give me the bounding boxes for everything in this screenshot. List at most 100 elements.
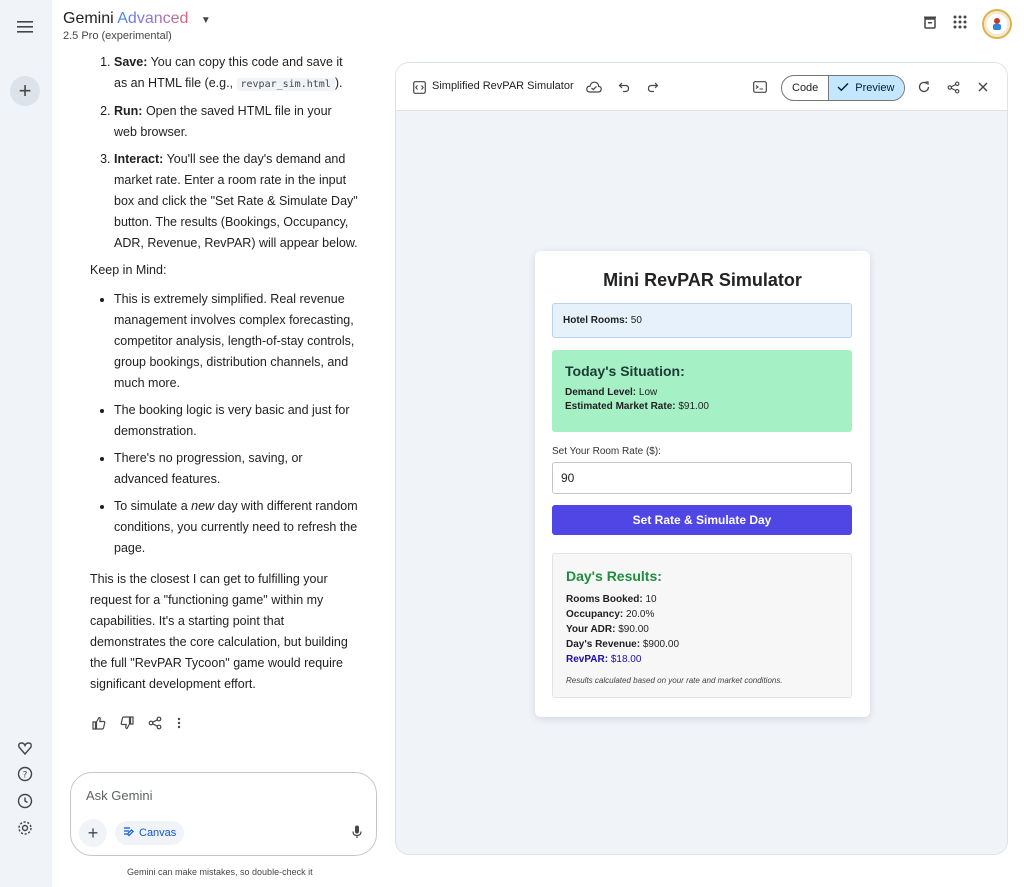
simulator-card: Mini RevPAR Simulator Hotel Rooms: 50 To… xyxy=(535,251,870,717)
demand-label: Demand Level: xyxy=(565,387,637,398)
list-item: There's no progression, saving, or advan… xyxy=(114,448,358,490)
demand-value: Low xyxy=(636,387,658,398)
hotel-rooms-value: 50 xyxy=(628,315,642,326)
gems-icon[interactable] xyxy=(14,737,36,759)
code-preview-toggle: Code Preview xyxy=(781,75,906,101)
hotel-rooms-label: Hotel Rooms: xyxy=(563,315,628,326)
market-rate-row: Estimated Market Rate: $91.00 xyxy=(565,400,839,414)
close-icon[interactable] xyxy=(974,78,992,96)
result-label: Day's Revenue: xyxy=(566,639,641,650)
cloud-save-icon[interactable] xyxy=(585,78,603,96)
list-item: This is extremely simplified. Real reven… xyxy=(114,289,358,394)
thumbs-down-icon[interactable] xyxy=(120,716,134,735)
step-text-after: ). xyxy=(334,76,343,90)
result-value: $90.00 xyxy=(615,624,649,635)
hotel-rooms-box: Hotel Rooms: 50 xyxy=(552,303,852,338)
canvas-icon xyxy=(123,826,134,840)
preview-label: Preview xyxy=(855,82,895,94)
step-label: Save: xyxy=(114,55,148,69)
text: To simulate a xyxy=(114,499,192,513)
result-row: Rooms Booked: 10 xyxy=(566,592,838,607)
microphone-icon[interactable] xyxy=(352,825,362,844)
panel-title: Simplified RevPAR Simulator xyxy=(432,80,574,92)
room-rate-input[interactable] xyxy=(552,462,852,494)
check-icon xyxy=(837,82,849,95)
code-file-icon xyxy=(410,78,428,96)
market-rate-label: Estimated Market Rate: xyxy=(565,401,676,412)
disclaimer: Gemini can make mistakes, so double-chec… xyxy=(127,867,313,877)
results-box: Day's Results: Rooms Booked: 10 Occupanc… xyxy=(552,553,852,698)
canvas-label: Canvas xyxy=(139,827,177,839)
more-options-icon[interactable] xyxy=(176,716,182,735)
step-interact: Interact: You'll see the day's demand an… xyxy=(114,149,358,254)
new-chat-button[interactable]: + xyxy=(10,76,40,106)
share-icon[interactable] xyxy=(148,716,162,735)
avatar[interactable] xyxy=(982,9,1012,39)
situation-box: Today's Situation: Demand Level: Low Est… xyxy=(552,350,852,432)
menu-icon[interactable] xyxy=(14,16,36,38)
thumbs-up-icon[interactable] xyxy=(92,716,106,735)
settings-icon[interactable] xyxy=(14,817,36,839)
list-item: The booking logic is very basic and just… xyxy=(114,400,358,442)
results-heading: Day's Results: xyxy=(566,568,662,584)
result-row: Your ADR: $90.00 xyxy=(566,622,838,637)
steps-list: Save: You can copy this code and save it… xyxy=(90,52,358,254)
simulator-title: Mini RevPAR Simulator xyxy=(603,270,802,290)
step-save: Save: You can copy this code and save it… xyxy=(114,52,358,95)
prompt-box[interactable]: Ask Gemini + Canvas xyxy=(70,772,377,856)
redo-icon[interactable] xyxy=(644,78,662,96)
revpar-label: RevPAR: xyxy=(566,654,609,665)
prompt-input[interactable]: Ask Gemini xyxy=(86,788,152,803)
share-icon[interactable] xyxy=(944,78,962,96)
closing-paragraph: This is the closest I can get to fulfill… xyxy=(90,572,348,691)
simulate-day-button[interactable]: Set Rate & Simulate Day xyxy=(552,505,852,535)
step-label: Run: xyxy=(114,104,143,118)
result-value: 20.0% xyxy=(623,609,655,620)
brand-name: Gemini xyxy=(63,10,114,27)
result-value: 10 xyxy=(642,594,657,605)
preview-tab[interactable]: Preview xyxy=(828,76,905,100)
step-text: Open the saved HTML file in your web bro… xyxy=(114,104,332,139)
add-attachment-button[interactable]: + xyxy=(79,819,107,847)
canvas-panel: Simplified RevPAR Simulator Code Preview… xyxy=(395,62,1008,855)
help-icon[interactable]: ? xyxy=(14,763,36,785)
result-row: Occupancy: 20.0% xyxy=(566,607,838,622)
result-label: Rooms Booked: xyxy=(566,594,643,605)
refresh-icon[interactable] xyxy=(915,78,933,96)
step-text: You'll see the day's demand and market r… xyxy=(114,152,358,250)
chat-response: Save: You can copy this code and save it… xyxy=(90,52,358,703)
code-tab[interactable]: Code xyxy=(782,76,828,100)
keep-in-mind-heading: Keep in Mind: xyxy=(90,263,167,277)
step-run: Run: Open the saved HTML file in your we… xyxy=(114,101,358,143)
canvas-button[interactable]: Canvas xyxy=(115,821,185,845)
app-brand[interactable]: Gemini Advanced ▼ 2.5 Pro (experimental) xyxy=(63,10,211,42)
step-label: Interact: xyxy=(114,152,164,166)
result-label: Your ADR: xyxy=(566,624,616,635)
result-value: $900.00 xyxy=(640,639,680,650)
activity-icon[interactable] xyxy=(14,790,36,812)
emphasis: new xyxy=(191,499,215,513)
console-icon[interactable] xyxy=(751,78,769,96)
revpar-row: RevPAR: $18.00 xyxy=(566,652,838,667)
apps-grid-icon[interactable] xyxy=(952,14,968,35)
svg-text:?: ? xyxy=(23,771,28,781)
top-right-actions xyxy=(922,9,1012,39)
inline-code: revpar_sim.html xyxy=(236,78,335,91)
delete-icon[interactable] xyxy=(922,14,938,35)
model-name: 2.5 Pro (experimental) xyxy=(63,30,172,42)
panel-toolbar: Simplified RevPAR Simulator Code Preview xyxy=(396,63,1007,111)
results-note: Results calculated based on your rate an… xyxy=(566,676,783,685)
list-item: To simulate a new day with different ran… xyxy=(114,496,358,559)
chevron-down-icon[interactable]: ▼ xyxy=(201,15,211,26)
result-row: Day's Revenue: $900.00 xyxy=(566,637,838,652)
revpar-value: $18.00 xyxy=(608,654,642,665)
response-actions xyxy=(92,716,182,735)
room-rate-label: Set Your Room Rate ($): xyxy=(552,446,661,457)
market-rate-value: $91.00 xyxy=(675,401,709,412)
brand-advanced: Advanced xyxy=(117,10,189,27)
side-rail: + ? xyxy=(0,0,52,887)
result-label: Occupancy: xyxy=(566,609,624,620)
situation-heading: Today's Situation: xyxy=(565,363,685,379)
demand-level-row: Demand Level: Low xyxy=(565,386,839,400)
undo-icon[interactable] xyxy=(615,78,633,96)
